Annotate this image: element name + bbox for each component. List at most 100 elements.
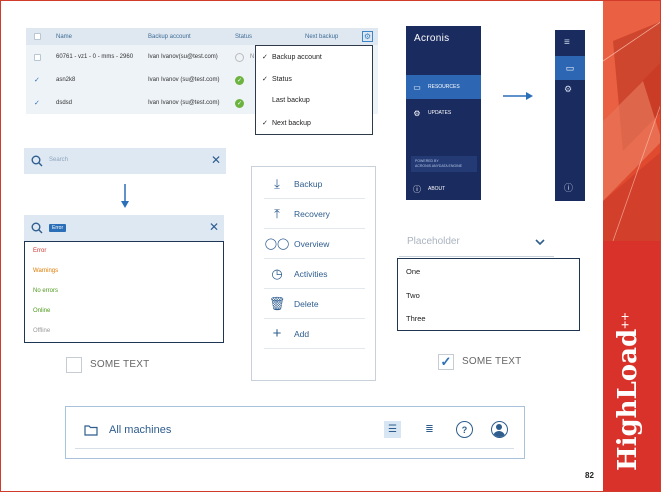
arrow-right-icon xyxy=(503,92,533,100)
sidebar-expanded: Acronis ▭ RESOURCES ⚙ UPDATES POWERED BY… xyxy=(406,26,481,200)
search-icon xyxy=(31,155,43,167)
action-activities[interactable]: ◷ Activities xyxy=(264,259,365,289)
account-icon[interactable] xyxy=(491,421,508,438)
select-placeholder: Placeholder xyxy=(407,236,460,247)
arrow-down-icon xyxy=(121,184,129,208)
check-icon: ✓ xyxy=(262,54,268,61)
sidebar-item-label: RESOURCES xyxy=(428,84,460,90)
sidebar-item-label: UPDATES xyxy=(428,110,452,116)
menu-item-status[interactable]: ✓ Status xyxy=(262,75,292,84)
check-icon: ✓ xyxy=(262,120,268,127)
action-delete[interactable]: 🗑 Delete xyxy=(264,289,365,319)
recovery-icon: ⤒ xyxy=(274,205,280,221)
gear-icon: ⚙ xyxy=(413,108,421,118)
brand-strip: HighLoad++ xyxy=(603,1,660,491)
action-overview[interactable]: ◯◯ Overview xyxy=(264,229,365,259)
sidebar-collapsed: ≡ ▭ ⚙ ⓘ xyxy=(555,30,585,201)
folder-icon xyxy=(84,425,98,436)
chevron-down-icon xyxy=(535,239,545,246)
column-settings-button[interactable]: ⚙ xyxy=(362,28,373,45)
checkbox-label: SOME TEXT xyxy=(462,356,522,367)
menu-item-label: Last backup xyxy=(272,97,310,104)
search-input[interactable]: Search ✕ xyxy=(24,148,226,174)
menu-item-next-backup[interactable]: ✓ Next backup xyxy=(262,119,311,128)
close-icon[interactable]: ✕ xyxy=(209,220,219,234)
acronis-logo: Acronis xyxy=(414,33,450,44)
page-number: 82 xyxy=(585,471,594,480)
slide: Name Backup account Status Next backup ⚙… xyxy=(0,0,661,492)
plus-icon: + xyxy=(272,325,282,342)
menu-item-label: Backup account xyxy=(272,53,322,61)
checkbox-label: SOME TEXT xyxy=(90,359,150,370)
info-icon: ⓘ xyxy=(413,184,421,194)
select-dropdown[interactable]: Placeholder xyxy=(399,227,554,257)
powered-by-badge: POWERED BY ACRONIS ANYDATA ENGINE xyxy=(411,156,477,172)
header-name[interactable]: Name xyxy=(56,28,72,45)
backup-icon: ⤓ xyxy=(274,175,280,191)
status-ok-icon: ✓ xyxy=(235,75,244,85)
row-name: 60761 - vz1 - 0 - mms - 2960 xyxy=(56,54,134,60)
search-icon xyxy=(31,222,43,234)
row-account: Ivan Ivanov(su@test.com) xyxy=(148,54,218,60)
check-icon: ✓ xyxy=(262,76,268,83)
sidebar-item-resources[interactable]: ▭ xyxy=(555,56,585,80)
machines-toolbar: All machines ☰ ≣ ? xyxy=(65,406,525,459)
header-backup-account[interactable]: Backup account xyxy=(148,28,191,45)
gear-icon[interactable]: ⚙ xyxy=(564,84,572,95)
option-item[interactable]: One xyxy=(406,267,420,276)
select-all-checkbox[interactable] xyxy=(34,28,41,45)
close-icon[interactable]: ✕ xyxy=(211,153,221,167)
filter-chip[interactable]: Error xyxy=(49,224,67,232)
row-checkbox-checked[interactable]: ✓ xyxy=(34,92,40,114)
list-item[interactable]: Error xyxy=(33,248,46,254)
action-backup[interactable]: ⤓ Backup xyxy=(264,169,365,199)
help-icon[interactable]: ? xyxy=(456,421,473,438)
list-item[interactable]: Warnings xyxy=(33,268,58,274)
menu-item-last-backup[interactable]: Last backup xyxy=(262,97,310,104)
toolbar-divider xyxy=(75,448,514,449)
checkbox-checked[interactable]: ✓ xyxy=(438,354,454,370)
compact-view-icon[interactable]: ≣ xyxy=(421,421,438,438)
list-item[interactable]: Online xyxy=(33,308,50,314)
sidebar-item-resources[interactable]: ▭ RESOURCES xyxy=(406,75,481,99)
row-name: asn2k8 xyxy=(56,77,76,83)
menu-item-label: Next backup xyxy=(272,119,311,127)
list-item[interactable]: No errors xyxy=(33,288,58,294)
option-item[interactable]: Two xyxy=(406,291,420,300)
checkbox-unchecked[interactable] xyxy=(66,357,82,373)
search-placeholder: Search xyxy=(49,157,69,163)
gear-icon: ⚙ xyxy=(362,31,373,42)
row-name: dsdsd xyxy=(56,100,73,106)
hamburger-icon[interactable]: ≡ xyxy=(564,37,570,48)
option-item[interactable]: Three xyxy=(406,314,426,323)
list-item[interactable]: Offline xyxy=(33,328,50,334)
action-recovery[interactable]: ⤒ Recovery xyxy=(264,199,365,229)
search-results-list: Error Warnings No errors Online Offline xyxy=(24,241,224,343)
search-input-filtered[interactable]: Error ✕ xyxy=(24,215,224,241)
clock-icon: ◷ xyxy=(271,265,283,281)
glasses-icon: ◯◯ xyxy=(264,238,290,250)
row-account: Ivan Ivanov (su@test.com) xyxy=(148,100,220,106)
header-status[interactable]: Status xyxy=(235,28,252,45)
row-checkbox-checked[interactable]: ✓ xyxy=(34,69,40,91)
status-not-protected-icon xyxy=(235,46,244,68)
info-icon[interactable]: ⓘ xyxy=(564,181,573,194)
column-chooser-menu: ✓ Backup account ✓ Status Last backup ✓ … xyxy=(255,45,373,135)
row-account: Ivan Ivanov (su@test.com) xyxy=(148,77,220,83)
sidebar-item-updates[interactable]: ⚙ UPDATES xyxy=(406,103,481,123)
action-add[interactable]: + Add xyxy=(264,319,365,349)
menu-item-label: Status xyxy=(272,75,292,83)
menu-item-backup-account[interactable]: ✓ Backup account xyxy=(262,53,322,62)
list-view-icon[interactable]: ☰ xyxy=(384,421,401,438)
row-checkbox[interactable] xyxy=(34,46,41,68)
select-options-list: One Two Three xyxy=(397,258,580,331)
trash-icon: 🗑 xyxy=(268,295,286,311)
sidebar-item-about[interactable]: ⓘ ABOUT xyxy=(406,180,481,198)
monitor-icon: ▭ xyxy=(565,63,575,73)
highload-logo: HighLoad++ xyxy=(613,312,643,471)
monitor-icon: ▭ xyxy=(413,82,421,92)
status-ok-icon: ✓ xyxy=(235,98,244,108)
actions-panel: ⤓ Backup ⤒ Recovery ◯◯ Overview ◷ Activi… xyxy=(251,166,376,381)
header-next-backup[interactable]: Next backup xyxy=(305,28,338,45)
sidebar-item-label: ABOUT xyxy=(428,186,446,192)
